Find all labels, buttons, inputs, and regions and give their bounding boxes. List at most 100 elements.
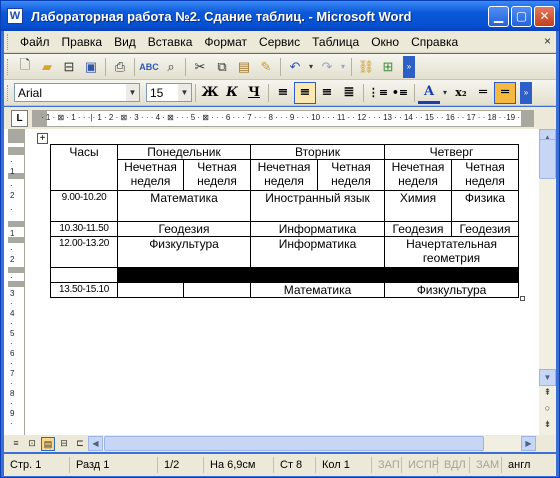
- table-cell[interactable]: Физкультура: [117, 236, 251, 268]
- table-cell-shaded[interactable]: [117, 267, 519, 283]
- numbering-icon[interactable]: ⋮≡: [367, 82, 389, 104]
- menu-help[interactable]: Справка: [405, 35, 464, 49]
- table-subheader-even[interactable]: Четная неделя: [183, 159, 251, 191]
- table-header-monday[interactable]: Понедельник: [117, 144, 251, 160]
- insert-table-icon[interactable]: ⊞: [377, 56, 399, 78]
- schedule-table[interactable]: Часы Понедельник Вторник Четверг Нечетна…: [50, 144, 519, 298]
- next-page-icon[interactable]: ⇟: [539, 419, 556, 434]
- word-app-icon[interactable]: W: [7, 8, 23, 24]
- table-cell[interactable]: Иностранный язык: [250, 190, 385, 222]
- open-folder-icon[interactable]: ▰: [36, 56, 58, 78]
- justify-icon[interactable]: ≣: [338, 82, 360, 104]
- scroll-right-icon[interactable]: ▶: [521, 436, 536, 451]
- menu-table[interactable]: Таблица: [306, 35, 365, 49]
- copy-icon[interactable]: ⧉: [211, 56, 233, 78]
- save-icon[interactable]: ▣: [80, 56, 102, 78]
- undo-dropdown-icon[interactable]: ▾: [306, 56, 316, 78]
- table-time-cell[interactable]: [50, 267, 118, 283]
- table-move-handle-icon[interactable]: +: [37, 133, 48, 144]
- table-cell[interactable]: [183, 282, 251, 298]
- previous-page-icon[interactable]: ⇞: [539, 387, 556, 402]
- vertical-scroll-thumb[interactable]: [539, 139, 556, 179]
- menu-grip[interactable]: [7, 33, 10, 50]
- close-button[interactable]: ✕: [534, 6, 555, 27]
- horizontal-line-icon[interactable]: ═: [472, 82, 494, 104]
- status-rec[interactable]: ЗАП: [372, 457, 402, 473]
- table-cell[interactable]: Физкультура: [384, 282, 519, 298]
- maximize-button[interactable]: ▢: [511, 6, 532, 27]
- insert-hyperlink-icon[interactable]: ⛓: [355, 56, 377, 78]
- scroll-left-icon[interactable]: ◀: [88, 436, 103, 451]
- table-subheader-odd[interactable]: Нечетная неделя: [250, 159, 318, 191]
- undo-icon[interactable]: ↶: [284, 56, 306, 78]
- select-browse-object-icon[interactable]: ○: [539, 403, 556, 418]
- font-name-combo[interactable]: Arial ▼: [14, 83, 140, 102]
- menu-window[interactable]: Окно: [365, 35, 405, 49]
- toolbar-options-icon[interactable]: »: [520, 81, 532, 104]
- table-cell[interactable]: Информатика: [250, 221, 385, 237]
- font-color-dropdown-icon[interactable]: ▾: [440, 82, 450, 104]
- align-right-icon[interactable]: ≡: [316, 82, 338, 104]
- document-close-icon[interactable]: ×: [544, 34, 551, 48]
- status-track[interactable]: ИСПР: [402, 457, 439, 473]
- table-subheader-even[interactable]: Четная неделя: [451, 159, 519, 191]
- table-time-cell[interactable]: 13.50-15.10: [50, 282, 118, 298]
- redo-dropdown-icon[interactable]: ▾: [338, 56, 348, 78]
- subscript-icon[interactable]: x₂: [450, 82, 472, 104]
- table-cell[interactable]: Геодезия: [117, 221, 251, 237]
- print-layout-view-icon[interactable]: ▤: [41, 437, 55, 451]
- tab-selector-icon[interactable]: L: [11, 110, 28, 127]
- new-document-icon[interactable]: 🗋: [14, 56, 36, 78]
- spelling-icon[interactable]: ABC: [138, 56, 160, 78]
- toolbar-options-icon[interactable]: »: [403, 55, 415, 78]
- table-cell[interactable]: Физика: [451, 190, 519, 222]
- horizontal-scroll-thumb[interactable]: [104, 436, 484, 451]
- table-cell[interactable]: Геодезия: [451, 221, 519, 237]
- reading-layout-view-icon[interactable]: ⊏: [73, 437, 87, 451]
- vertical-scrollbar[interactable]: ▲ ▼ ⇞ ○ ⇟: [539, 129, 556, 435]
- chevron-down-icon[interactable]: ▼: [126, 84, 139, 101]
- table-cell[interactable]: [117, 282, 184, 298]
- menu-format[interactable]: Формат: [198, 35, 253, 49]
- underline-button[interactable]: Ч: [243, 82, 265, 104]
- italic-button[interactable]: К: [221, 82, 243, 104]
- vertical-ruler[interactable]: · 1 · 2 · 1 · 2 · 3 · 4 · 5 · 6 · 7 · 8 …: [8, 129, 25, 435]
- horizontal-ruler[interactable]: · 1 · ⊠ · 1 · · ·|· 1 · 2 · ⊠ · 3 · · · …: [32, 110, 534, 127]
- toolbar-grip[interactable]: [7, 58, 10, 75]
- menu-insert[interactable]: Вставка: [142, 35, 199, 49]
- web-layout-view-icon[interactable]: ⊡: [25, 437, 39, 451]
- redo-icon[interactable]: ↷: [316, 56, 338, 78]
- table-subheader-odd[interactable]: Нечетная неделя: [117, 159, 184, 191]
- table-header-hours[interactable]: Часы: [50, 144, 118, 191]
- menu-tools[interactable]: Сервис: [253, 35, 306, 49]
- table-header-tuesday[interactable]: Вторник: [250, 144, 385, 160]
- table-subheader-even[interactable]: Четная неделя: [317, 159, 385, 191]
- permission-icon[interactable]: ⊟: [58, 56, 80, 78]
- table-cell[interactable]: Математика: [117, 190, 251, 222]
- menu-file[interactable]: Файл: [14, 35, 56, 49]
- format-painter-icon[interactable]: ✎: [255, 56, 277, 78]
- chevron-down-icon[interactable]: ▼: [178, 84, 191, 101]
- table-cell[interactable]: Математика: [250, 282, 385, 298]
- font-color-icon[interactable]: A: [418, 82, 440, 104]
- align-center-icon[interactable]: ≡: [294, 81, 316, 104]
- normal-view-icon[interactable]: ≡: [9, 437, 23, 451]
- table-time-cell[interactable]: 9.00-10.20: [50, 190, 118, 222]
- status-overtype[interactable]: ЗАМ: [470, 457, 502, 473]
- table-header-thursday[interactable]: Четверг: [384, 144, 519, 160]
- bullets-icon[interactable]: •≡: [389, 82, 411, 104]
- highlight-border-icon[interactable]: ═: [494, 81, 516, 104]
- font-size-combo[interactable]: 15 ▼: [146, 83, 192, 102]
- research-icon[interactable]: ⌕: [160, 56, 182, 78]
- title-bar[interactable]: W Лабораторная работа №2. Сдание таблиц.…: [1, 1, 559, 31]
- print-preview-icon[interactable]: ⎙: [109, 56, 131, 78]
- status-extend[interactable]: ВДЛ: [438, 457, 470, 473]
- toolbar-grip[interactable]: [7, 84, 10, 101]
- table-cell[interactable]: Информатика: [250, 236, 385, 268]
- table-time-cell[interactable]: 12.00-13.20: [50, 236, 118, 268]
- table-cell[interactable]: Начертательная геометрия: [384, 236, 519, 268]
- outline-view-icon[interactable]: ⊟: [57, 437, 71, 451]
- document-area[interactable]: · 1 · 2 · 1 · 2 · 3 · 4 · 5 · 6 · 7 · 8 …: [4, 129, 556, 435]
- table-cell[interactable]: Химия: [384, 190, 452, 222]
- minimize-button[interactable]: ▁: [488, 6, 509, 27]
